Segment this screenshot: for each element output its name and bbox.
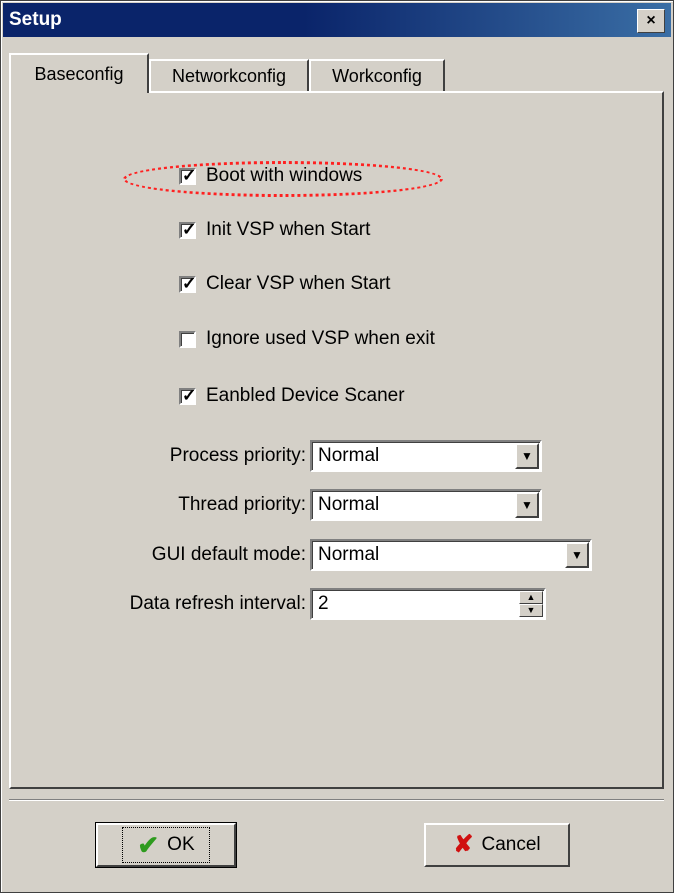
ok-button[interactable]: ✔ OK [95,822,237,868]
checkbox-label: Boot with windows [206,165,363,186]
separator [9,799,664,801]
checkbox-box[interactable] [179,330,196,348]
process-priority-row: Process priority: Normal ▼ [1,440,542,472]
ok-button-label: OK [167,834,195,855]
checkbox-box[interactable]: ✓ [179,165,197,185]
checkmark-icon: ✓ [182,219,197,239]
setup-window: Setup × Baseconfig Networkconfig Workcon… [0,0,674,893]
process-priority-value: Normal [318,445,380,466]
process-priority-label: Process priority: [169,445,306,466]
checkbox-box[interactable]: ✓ [179,219,197,239]
checkbox-init-vsp[interactable]: ✓ Init VSP when Start [179,219,370,241]
process-priority-select[interactable]: Normal ▼ [310,440,542,472]
ok-button-focus: ✔ OK [122,827,210,863]
tab-workconfig[interactable]: Workconfig [309,59,445,91]
checkbox-ignore-used-vsp[interactable]: Ignore used VSP when exit [179,328,435,350]
data-refresh-input[interactable]: 2 ▲ ▼ [310,588,546,620]
thread-priority-value: Normal [318,494,380,515]
tab-label: Baseconfig [34,63,124,84]
spin-up-icon[interactable]: ▲ [519,591,543,604]
checkbox-label: Clear VSP when Start [206,273,391,294]
thread-priority-select[interactable]: Normal ▼ [310,489,542,521]
checkbox-label: Ignore used VSP when exit [206,328,435,349]
spinner[interactable]: ▲ ▼ [519,591,543,617]
chevron-down-icon[interactable]: ▼ [565,542,589,568]
tab-networkconfig[interactable]: Networkconfig [149,59,309,91]
title-bar[interactable]: Setup × [3,3,671,37]
checkmark-icon: ✓ [182,385,197,405]
checkmark-icon: ✓ [182,273,197,293]
gui-default-mode-label: GUI default mode: [151,544,306,565]
cancel-button[interactable]: ✘ Cancel [424,823,570,867]
data-refresh-label: Data refresh interval: [129,593,306,614]
tab-label: Networkconfig [171,65,287,86]
checkmark-icon: ✓ [182,165,197,185]
close-button[interactable]: × [637,9,665,33]
checkbox-boot-with-windows[interactable]: ✓ Boot with windows [179,165,362,187]
thread-priority-label: Thread priority: [178,494,306,515]
data-refresh-row: Data refresh interval: 2 ▲ ▼ [1,588,546,620]
checkmark-icon: ✔ [137,830,160,860]
checkbox-box[interactable]: ✓ [179,273,197,293]
gui-default-mode-row: GUI default mode: Normal ▼ [1,539,592,571]
tab-baseconfig[interactable]: Baseconfig [9,53,149,93]
spin-down-icon[interactable]: ▼ [519,604,543,617]
checkbox-box[interactable]: ✓ [179,385,197,405]
gui-default-mode-select[interactable]: Normal ▼ [310,539,592,571]
x-icon: ✘ [453,831,474,858]
chevron-down-icon[interactable]: ▼ [515,443,539,469]
thread-priority-row: Thread priority: Normal ▼ [1,489,542,521]
checkbox-label: Init VSP when Start [206,219,371,240]
close-icon: × [646,12,656,29]
checkbox-device-scaner[interactable]: ✓ Eanbled Device Scaner [179,385,405,407]
data-refresh-value: 2 [318,593,329,614]
gui-default-mode-value: Normal [318,544,380,565]
checkbox-label: Eanbled Device Scaner [206,385,405,406]
tab-label: Workconfig [332,65,422,86]
chevron-down-icon[interactable]: ▼ [515,492,539,518]
cancel-button-label: Cancel [481,834,541,855]
checkbox-clear-vsp[interactable]: ✓ Clear VSP when Start [179,273,390,295]
window-title: Setup [9,9,62,30]
